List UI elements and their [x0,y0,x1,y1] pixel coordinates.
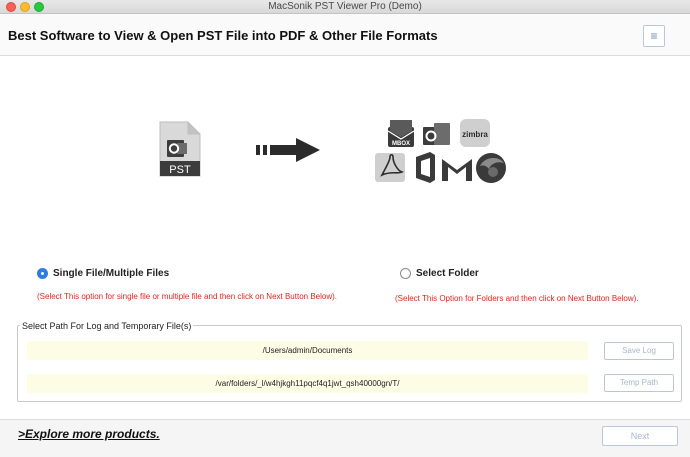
temp-path-field[interactable]: /var/folders/_l/w4hjkgh11pqcf4q1jwt_qsh4… [27,374,588,393]
header-bar: Best Software to View & Open PST File in… [0,14,690,56]
arrow-right-icon [256,138,320,162]
select-folder-label: Select Folder [416,268,479,279]
office-icon [416,152,435,183]
zimbra-label: zimbra [462,130,488,139]
page-headline: Best Software to View & Open PST File in… [8,28,438,43]
hamburger-icon: ≡ [650,29,658,43]
path-group-label: Select Path For Log and Temporary File(s… [20,321,194,331]
outlook-icon [423,123,450,145]
zimbra-icon: zimbra [460,119,490,147]
pst-file-icon: PST [159,121,201,177]
mbox-icon: MBOX [387,120,415,147]
single-file-hint: (Select This option for single file or m… [37,292,337,301]
single-file-label: Single File/Multiple Files [53,268,170,279]
pdf-icon [375,153,405,182]
temp-path-button[interactable]: Temp Path [604,374,674,392]
gmail-icon [442,159,472,181]
explore-products-link[interactable]: >Explore more products. [18,427,160,441]
menu-button[interactable]: ≡ [643,25,665,47]
select-folder-option[interactable]: Select Folder [400,268,479,279]
mbox-label: MBOX [392,141,410,147]
title-bar: MacSonik PST Viewer Pro (Demo) [0,0,690,14]
single-file-option[interactable]: Single File/Multiple Files [37,268,169,279]
target-formats-icons: MBOX zimbra [375,119,506,183]
select-folder-radio[interactable] [400,268,411,279]
log-path-field[interactable]: /Users/admin/Documents [27,341,588,360]
single-file-radio[interactable] [37,268,48,279]
pst-label: PST [169,164,191,176]
save-log-button[interactable]: Save Log [604,342,674,360]
select-folder-hint: (Select This Option for Folders and then… [395,294,639,303]
window-title: MacSonik PST Viewer Pro (Demo) [268,1,422,12]
next-button[interactable]: Next [602,426,678,446]
thunderbird-icon [476,153,506,183]
